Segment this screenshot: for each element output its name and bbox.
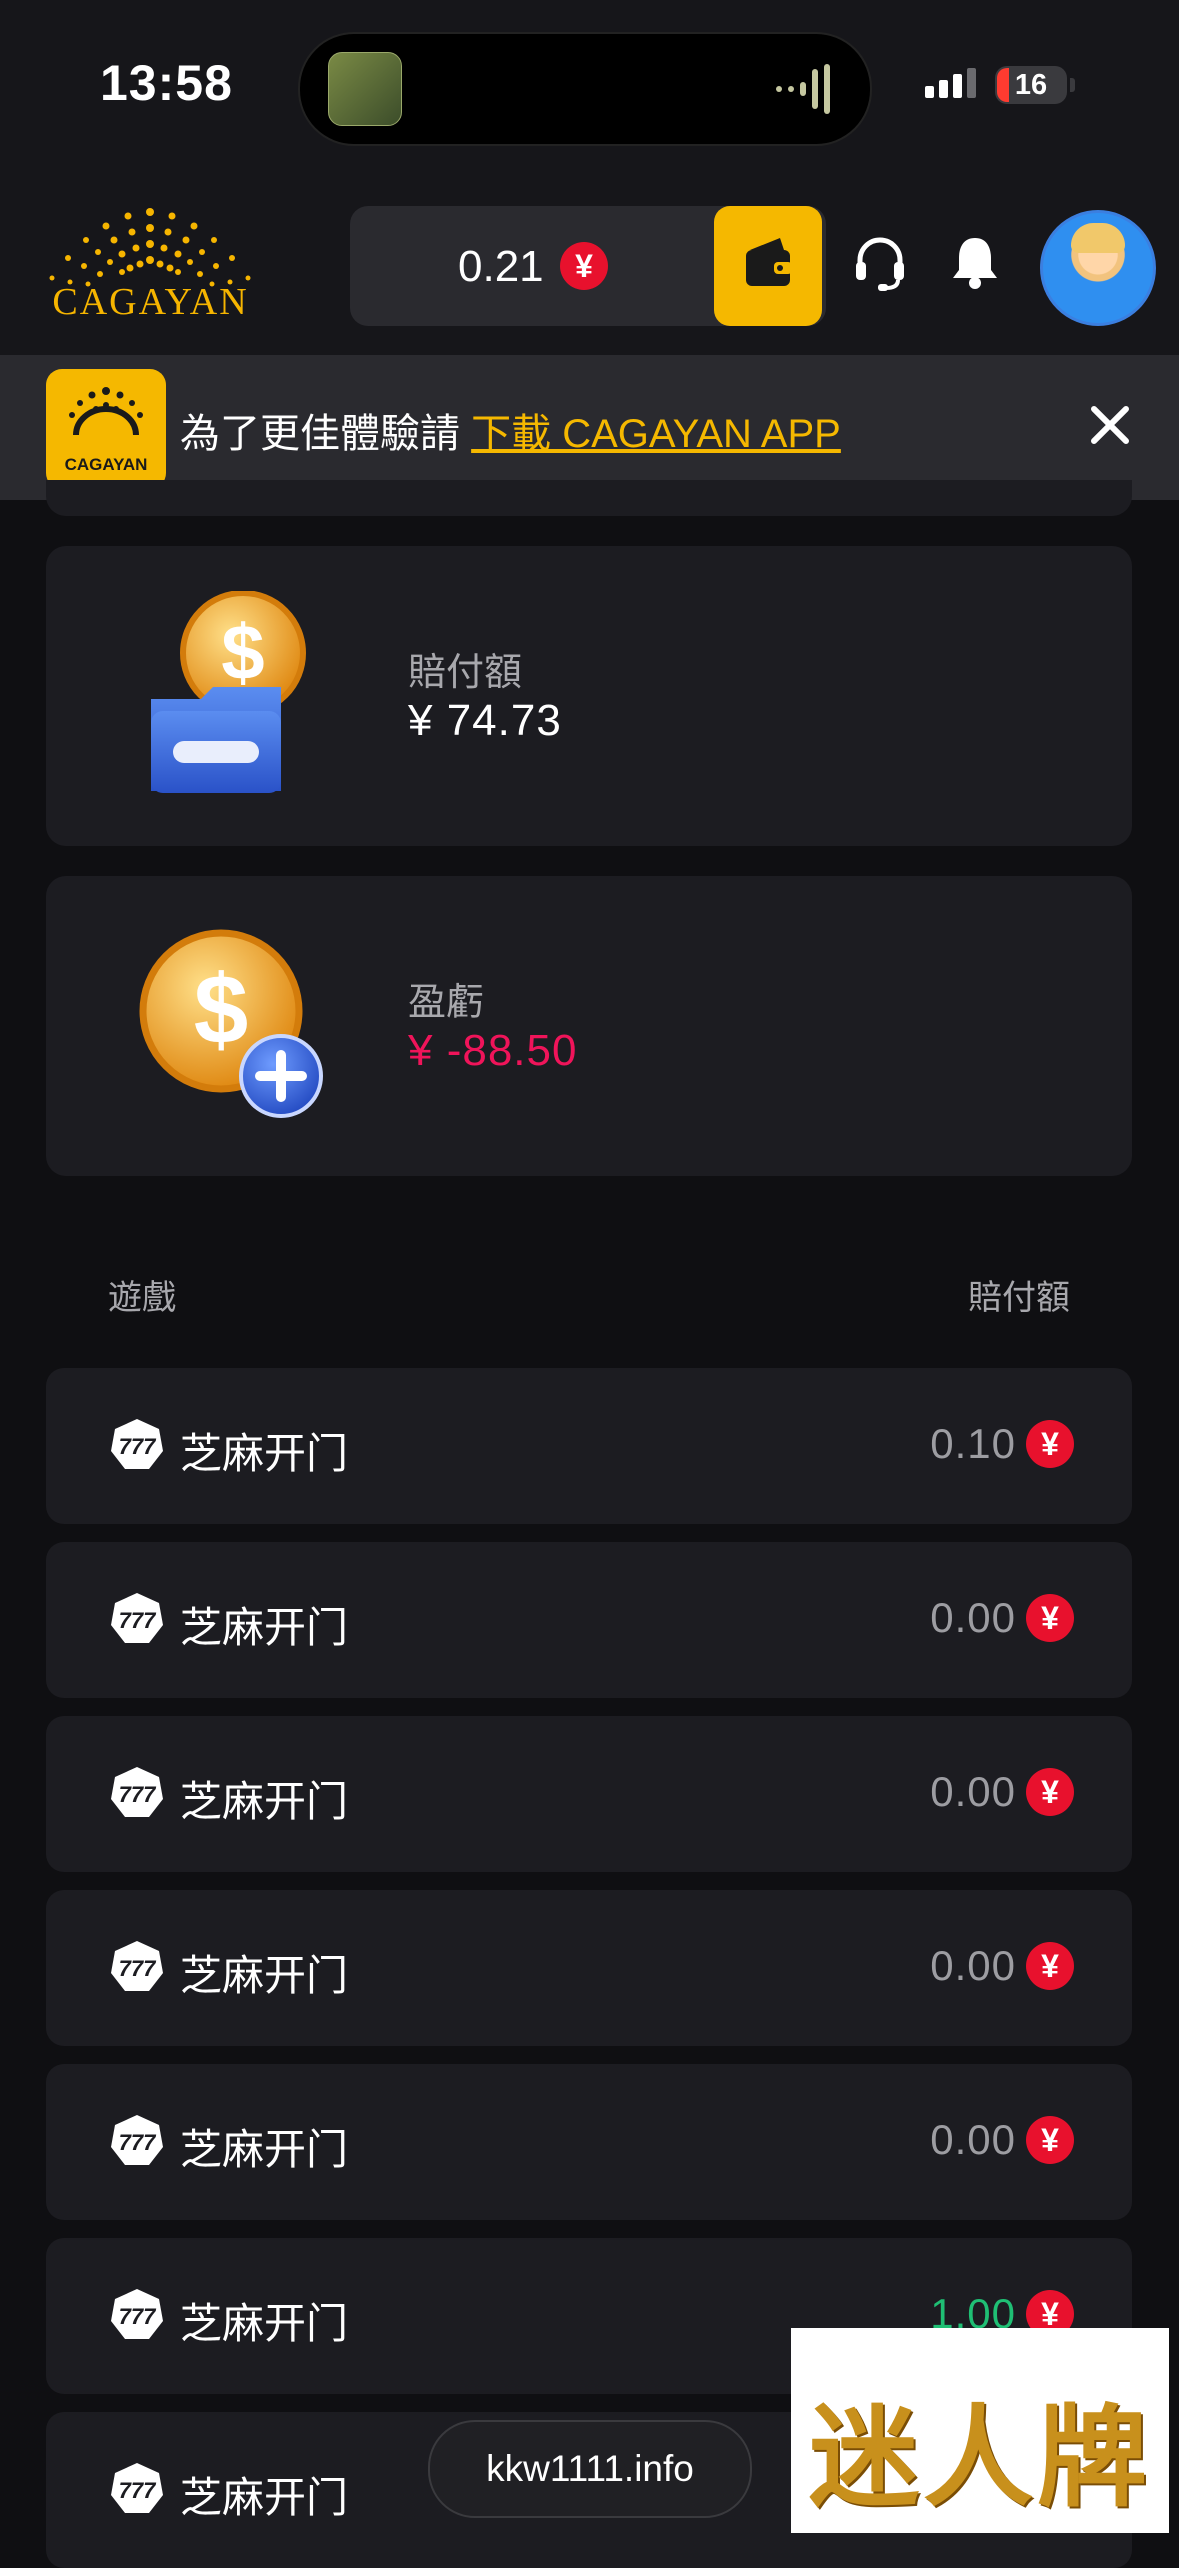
wallet-balance[interactable]: 0.21 ¥ (350, 206, 826, 326)
close-icon[interactable] (1080, 395, 1140, 455)
balance-amount: 0.21 (458, 242, 544, 291)
download-app-link[interactable]: 下載 CAGAYAN APP (471, 412, 841, 456)
game-name: 芝麻开门 (180, 2474, 349, 2521)
game-name: 芝麻开门 (180, 2126, 349, 2173)
watermark-logo: 迷人牌 (791, 2328, 1169, 2533)
column-payout: 賠付額 (968, 1279, 1070, 1317)
svg-text:$: $ (194, 954, 249, 1064)
notification-bell-icon[interactable] (945, 232, 1005, 292)
app-logo-text: CAGAYAN (64, 455, 148, 474)
table-row[interactable]: 777 芝麻开门 0.00 ¥ (46, 1716, 1132, 1872)
profit-loss-card: $ 盈虧 ¥ -88.50 (46, 876, 1132, 1176)
clock: 13:58 (100, 55, 233, 111)
slot-777-icon: 777 (111, 1593, 163, 1643)
payout-label: 賠付額 (408, 652, 523, 694)
svg-text:777: 777 (119, 2478, 157, 2503)
profit-loss-value: ¥ -88.50 (408, 1026, 578, 1075)
coin-plus-icon: $ (139, 929, 323, 1118)
game-name: 芝麻开门 (180, 2300, 349, 2347)
svg-text:777: 777 (119, 1956, 157, 1981)
battery-level: 16 (1014, 69, 1048, 101)
app-logo: CAGAYAN (46, 369, 166, 489)
game-name: 芝麻开门 (180, 1430, 349, 1477)
svg-text:777: 777 (119, 1782, 157, 1807)
profit-loss-label: 盈虧 (408, 982, 485, 1024)
svg-text:777: 777 (119, 1608, 157, 1633)
cagayan-logo[interactable]: CAGAYAN (28, 200, 273, 330)
game-name: 芝麻开门 (180, 1952, 349, 1999)
slot-777-icon: 777 (111, 2115, 163, 2165)
download-app-banner: CAGAYAN 為了更佳體驗請 下載 CAGAYAN APP (0, 355, 1179, 500)
customer-support-icon[interactable] (850, 232, 910, 292)
game-name: 芝麻开门 (180, 1604, 349, 1651)
table-header: 遊戲 賠付額 (108, 1270, 1070, 1319)
wallet-icon (746, 238, 792, 286)
yuan-badge-icon: ¥ (1026, 2116, 1074, 2164)
yuan-badge-icon: ¥ (1026, 1594, 1074, 1642)
watermark-text: 迷人牌 (809, 2398, 1151, 2520)
column-game: 遊戲 (108, 1279, 176, 1317)
dynamic-island[interactable] (298, 32, 872, 146)
row-payout: 0.00 (930, 2116, 1016, 2163)
table-row[interactable]: 777 芝麻开门 0.10 ¥ (46, 1368, 1132, 1524)
slot-777-icon: 777 (111, 1419, 163, 1469)
payout-value: ¥ 74.73 (408, 696, 562, 745)
row-payout: 0.00 (930, 1594, 1016, 1641)
previous-card-edge (46, 480, 1132, 516)
yuan-badge-icon: ¥ (560, 242, 608, 290)
slot-777-icon: 777 (111, 1767, 163, 1817)
logo-text: CAGAYAN (52, 281, 249, 323)
audio-wave-icon (776, 64, 836, 114)
table-row[interactable]: 777 芝麻开门 0.00 ¥ (46, 1890, 1132, 2046)
sunburst-icon (69, 387, 143, 436)
cellular-signal-icon (925, 68, 976, 98)
svg-text:777: 777 (119, 1434, 157, 1459)
yuan-badge-icon: ¥ (1026, 1768, 1074, 1816)
svg-text:$: $ (221, 608, 264, 696)
app-header: CAGAYAN 0.21 ¥ (0, 170, 1179, 355)
wallet-button[interactable] (714, 206, 822, 326)
svg-text:777: 777 (119, 2304, 157, 2329)
row-payout: 0.10 (930, 1420, 1016, 1467)
yuan-badge-icon: ¥ (1026, 1420, 1074, 1468)
svg-text:777: 777 (119, 2130, 157, 2155)
now-playing-thumbnail (328, 52, 402, 126)
table-row[interactable]: 777 芝麻开门 0.00 ¥ (46, 2064, 1132, 2220)
coin-folder-icon: $ (151, 591, 306, 793)
url-pill[interactable]: kkw1111.info (428, 2420, 752, 2518)
status-bar: 13:58 16 (0, 0, 1179, 170)
slot-777-icon: 777 (111, 2289, 163, 2339)
slot-777-icon: 777 (111, 1941, 163, 1991)
table-row[interactable]: 777 芝麻开门 0.00 ¥ (46, 1542, 1132, 1698)
user-avatar[interactable] (1040, 210, 1156, 326)
battery-icon: 16 (995, 66, 1067, 104)
row-payout: 0.00 (930, 1942, 1016, 1989)
game-name: 芝麻开门 (180, 1778, 349, 1825)
row-payout: 0.00 (930, 1768, 1016, 1815)
yuan-badge-icon: ¥ (1026, 1942, 1074, 1990)
slot-777-icon: 777 (111, 2463, 163, 2513)
banner-message: 為了更佳體驗請 下載 CAGAYAN APP (180, 412, 841, 456)
payout-card: $ 賠付額 ¥ 74.73 (46, 546, 1132, 846)
